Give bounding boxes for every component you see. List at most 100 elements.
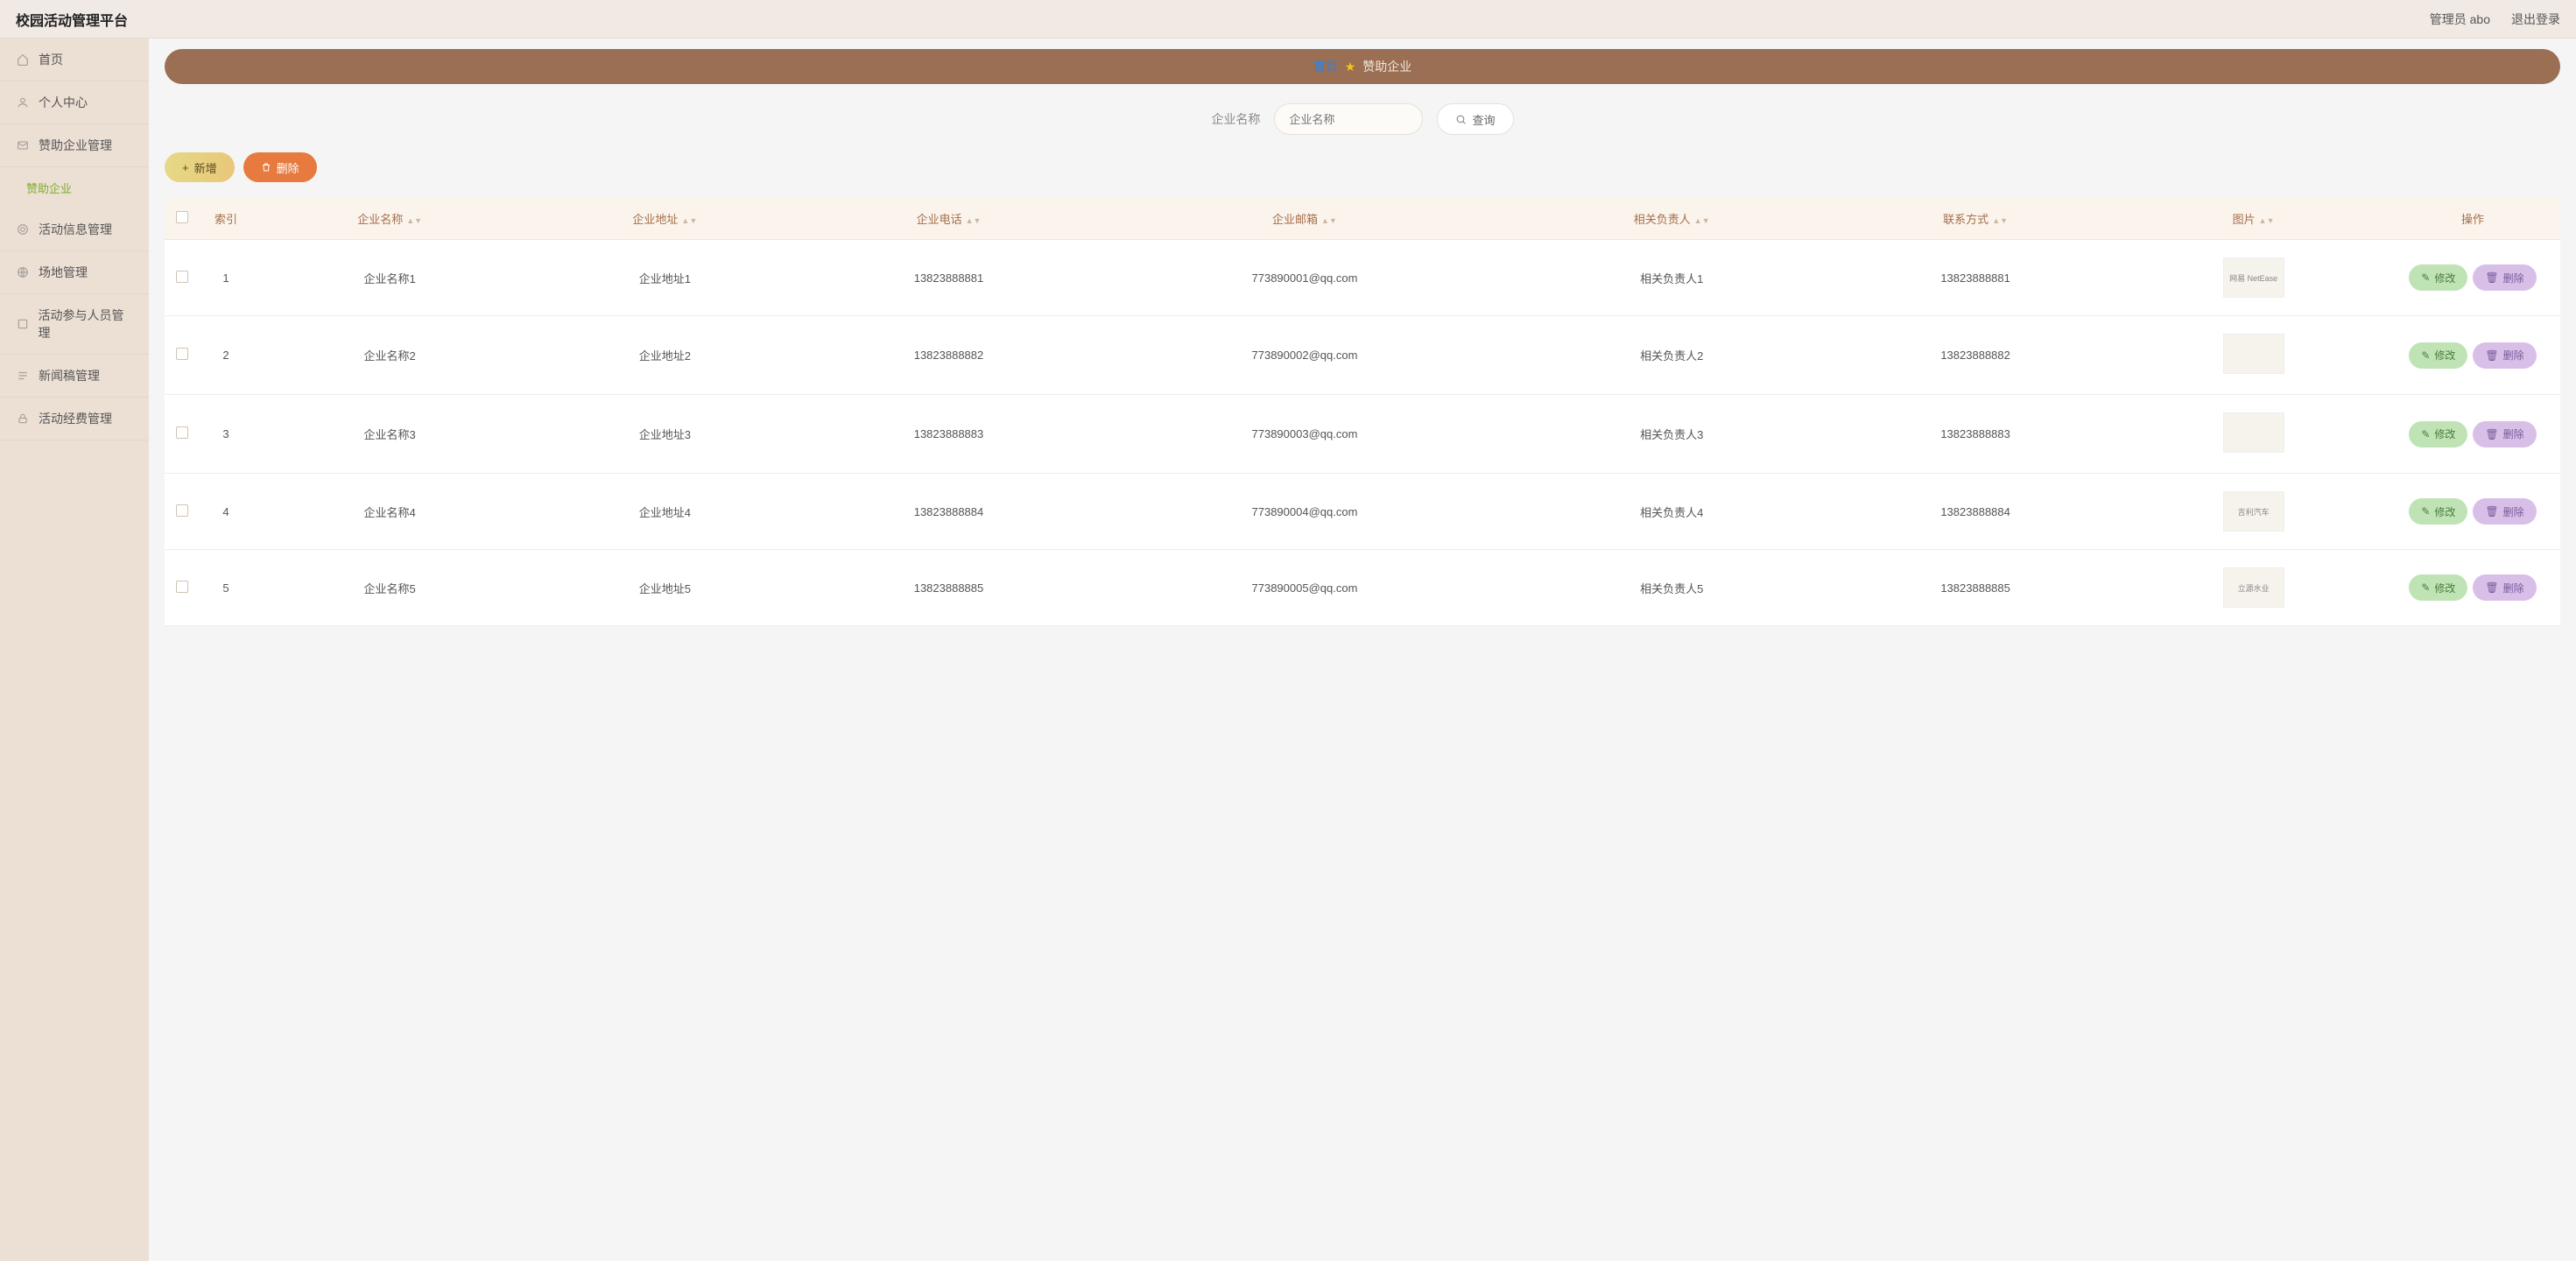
- logout-link[interactable]: 退出登录: [2511, 11, 2560, 28]
- cell-ops: ✎修改🗑删除: [2385, 395, 2560, 474]
- col-email[interactable]: 企业邮箱▲▼: [1095, 198, 1515, 240]
- cell-contact: 13823888884: [1829, 474, 2122, 550]
- cell-addr: 企业地址1: [527, 240, 802, 316]
- col-contact[interactable]: 联系方式▲▼: [1829, 198, 2122, 240]
- cell-addr: 企业地址3: [527, 395, 802, 474]
- cell-email: 773890004@qq.com: [1095, 474, 1515, 550]
- cell-contact: 13823888885: [1829, 550, 2122, 626]
- cell-index: 1: [200, 240, 252, 316]
- company-logo: 吉利汽车: [2223, 491, 2284, 532]
- sidebar-item-press[interactable]: 新闻稿管理: [0, 355, 149, 398]
- company-logo: [2223, 334, 2284, 374]
- trash-icon: 🗑: [2485, 271, 2498, 284]
- sidebar-item-home[interactable]: 首页: [0, 39, 149, 81]
- cell-phone: 13823888883: [802, 395, 1094, 474]
- sidebar-item-label: 赞助企业管理: [39, 137, 112, 154]
- row-checkbox[interactable]: [176, 504, 188, 517]
- sidebar-item-funds[interactable]: 活动经费管理: [0, 398, 149, 440]
- company-logo: 立源水业: [2223, 567, 2284, 608]
- sort-icon: ▲▼: [406, 218, 422, 223]
- row-delete-button[interactable]: 🗑删除: [2473, 498, 2536, 525]
- cell-email: 773890001@qq.com: [1095, 240, 1515, 316]
- add-button[interactable]: + 新增: [165, 152, 235, 182]
- add-button-label: 新增: [194, 159, 217, 176]
- cell-name: 企业名称2: [252, 316, 527, 395]
- sidebar-item-label: 新闻稿管理: [39, 367, 100, 384]
- sidebar-item-label: 活动经费管理: [39, 410, 112, 427]
- sort-icon: ▲▼: [2259, 218, 2275, 223]
- cell-index: 4: [200, 474, 252, 550]
- col-person[interactable]: 相关负责人▲▼: [1514, 198, 1829, 240]
- search-icon: [1455, 114, 1467, 125]
- row-delete-button[interactable]: 🗑删除: [2473, 342, 2536, 369]
- sidebar-sub-sponsor[interactable]: 赞助企业: [0, 167, 149, 208]
- plus-icon: +: [182, 161, 189, 174]
- trash-icon: 🗑: [2485, 581, 2498, 594]
- col-phone[interactable]: 企业电话▲▼: [802, 198, 1094, 240]
- action-bar: + 新增 删除: [165, 152, 2560, 182]
- col-index: 索引: [200, 198, 252, 240]
- sidebar-item-profile[interactable]: 个人中心: [0, 81, 149, 124]
- lock-icon: [16, 412, 30, 426]
- company-logo: [2223, 412, 2284, 453]
- cell-name: 企业名称4: [252, 474, 527, 550]
- sidebar-item-sponsor[interactable]: 赞助企业管理: [0, 124, 149, 167]
- sidebar-item-participants[interactable]: 活动参与人员管理: [0, 294, 149, 355]
- sort-icon: ▲▼: [681, 218, 697, 223]
- select-all-checkbox[interactable]: [176, 211, 188, 223]
- delete-button[interactable]: 删除: [243, 152, 317, 182]
- cell-email: 773890002@qq.com: [1095, 316, 1515, 395]
- row-checkbox[interactable]: [176, 271, 188, 283]
- sidebar: 首页 个人中心 赞助企业管理 赞助企业 活动信息管理 场地管理 活动参与人员管理…: [0, 39, 149, 1261]
- query-button[interactable]: 查询: [1437, 103, 1513, 135]
- edit-icon: ✎: [2421, 581, 2430, 594]
- row-delete-button[interactable]: 🗑删除: [2473, 421, 2536, 447]
- admin-label[interactable]: 管理员 abo: [2430, 11, 2490, 28]
- cell-ops: ✎修改🗑删除: [2385, 550, 2560, 626]
- data-table: 索引 企业名称▲▼ 企业地址▲▼ 企业电话▲▼ 企业邮箱▲▼ 相关负责人▲▼ 联…: [165, 198, 2560, 626]
- cell-person: 相关负责人5: [1514, 550, 1829, 626]
- cell-ops: ✎修改🗑删除: [2385, 474, 2560, 550]
- table-header: 索引 企业名称▲▼ 企业地址▲▼ 企业电话▲▼ 企业邮箱▲▼ 相关负责人▲▼ 联…: [165, 198, 2560, 240]
- edit-button[interactable]: ✎修改: [2409, 498, 2467, 525]
- cell-contact: 13823888881: [1829, 240, 2122, 316]
- company-name-input[interactable]: [1274, 103, 1423, 135]
- cell-email: 773890003@qq.com: [1095, 395, 1515, 474]
- col-addr[interactable]: 企业地址▲▼: [527, 198, 802, 240]
- row-checkbox[interactable]: [176, 581, 188, 593]
- col-image[interactable]: 图片▲▼: [2122, 198, 2385, 240]
- table-row: 5企业名称5企业地址513823888885773890005@qq.com相关…: [165, 550, 2560, 626]
- breadcrumb: 首页 ★ 赞助企业: [165, 49, 2560, 84]
- breadcrumb-home[interactable]: 首页: [1313, 58, 1338, 75]
- edit-button[interactable]: ✎修改: [2409, 421, 2467, 447]
- globe-icon: [16, 265, 30, 279]
- cell-person: 相关负责人1: [1514, 240, 1829, 316]
- sort-icon: ▲▼: [1694, 218, 1710, 223]
- star-icon: ★: [1345, 60, 1356, 74]
- sort-icon: ▲▼: [1992, 218, 2008, 223]
- table-row: 1企业名称1企业地址1 13823888881 773890001@qq.com相关…: [165, 240, 2560, 316]
- cell-phone: 13823888884: [802, 474, 1094, 550]
- edit-icon: ✎: [2421, 505, 2430, 518]
- top-bar: 校园活动管理平台 管理员 abo 退出登录: [0, 0, 2576, 39]
- cell-name: 企业名称1: [252, 240, 527, 316]
- sidebar-item-activity-info[interactable]: 活动信息管理: [0, 208, 149, 251]
- sidebar-item-venue[interactable]: 场地管理: [0, 251, 149, 294]
- sort-icon: ▲▼: [1321, 218, 1337, 223]
- row-checkbox[interactable]: [176, 348, 188, 360]
- row-delete-button[interactable]: 🗑删除: [2473, 574, 2536, 601]
- trash-icon: 🗑: [2485, 505, 2498, 518]
- row-delete-button[interactable]: 🗑删除: [2473, 264, 2536, 291]
- filter-label: 企业名称: [1211, 110, 1260, 128]
- edit-button[interactable]: ✎修改: [2409, 342, 2467, 369]
- sort-icon: ▲▼: [966, 218, 982, 223]
- trash-icon: 🗑: [2485, 428, 2498, 440]
- home-icon: [16, 53, 30, 67]
- cell-index: 3: [200, 395, 252, 474]
- sidebar-item-label: 活动参与人员管理: [39, 306, 134, 342]
- col-name[interactable]: 企业名称▲▼: [252, 198, 527, 240]
- edit-button[interactable]: ✎修改: [2409, 264, 2467, 291]
- edit-button[interactable]: ✎修改: [2409, 574, 2467, 601]
- row-checkbox[interactable]: [176, 426, 188, 439]
- table-row: 2企业名称2企业地址213823888882773890002@qq.com相关…: [165, 316, 2560, 395]
